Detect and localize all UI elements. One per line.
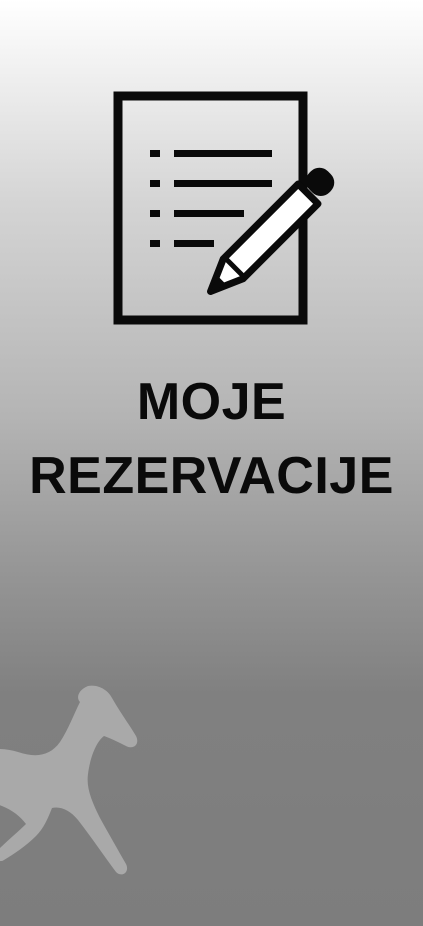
horse-icon xyxy=(0,685,138,875)
tile-title-line-1: MOJE xyxy=(136,373,287,431)
document-edit-icon xyxy=(113,91,335,325)
tile-title-line-2: REZERVACIJE xyxy=(29,447,394,505)
my-reservations-tile[interactable]: MOJE REZERVACIJE xyxy=(0,0,423,926)
